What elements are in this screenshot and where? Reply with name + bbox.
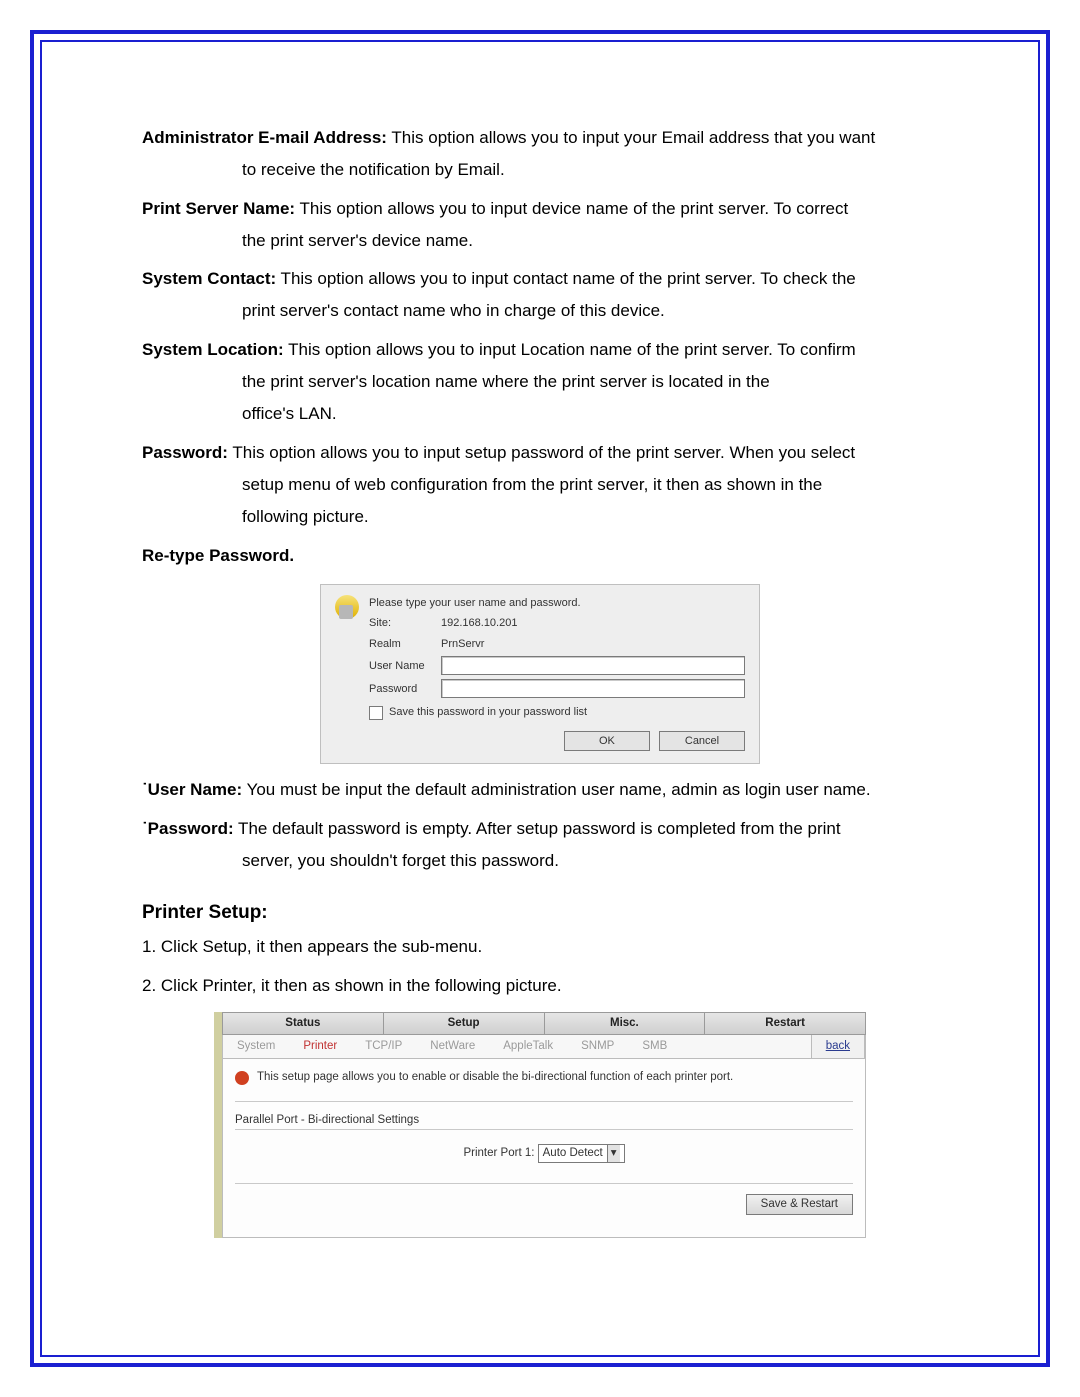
text-print-server-name-2: the print server's device name. (142, 225, 938, 257)
dialog-password-label: Password (369, 681, 441, 698)
text-password-2: setup menu of web configuration from the… (142, 469, 938, 501)
back-link[interactable]: back (811, 1035, 865, 1058)
printer-setup-screenshot: Status Setup Misc. Restart System Printe… (214, 1012, 866, 1239)
label-admin-email: Administrator E-mail Address: (142, 128, 387, 147)
save-restart-button[interactable]: Save & Restart (746, 1194, 853, 1215)
cancel-button[interactable]: Cancel (659, 731, 745, 752)
sub-tabs: System Printer TCP/IP NetWare AppleTalk … (222, 1035, 866, 1059)
auth-dialog: Please type your user name and password.… (320, 584, 760, 765)
subtab-appletalk[interactable]: AppleTalk (489, 1035, 567, 1058)
divider (235, 1101, 853, 1102)
main-tabs: Status Setup Misc. Restart (222, 1012, 866, 1035)
printer-setup-info: This setup page allows you to enable or … (257, 1069, 733, 1086)
text-system-location-3: office's LAN. (142, 398, 938, 430)
text-system-location-1: This option allows you to input Location… (284, 340, 856, 359)
para-password: Password: This option allows you to inpu… (142, 437, 938, 534)
label-retype-password: Re-type Password. (142, 540, 938, 572)
label-print-server-name: Print Server Name: (142, 199, 295, 218)
para-admin-email: Administrator E-mail Address: This optio… (142, 122, 938, 187)
label-system-contact: System Contact: (142, 269, 276, 288)
note-password: ˙Password: The default password is empty… (142, 813, 938, 878)
note-password-text-2: server, you shouldn't forget this passwo… (142, 845, 938, 877)
subtab-smb[interactable]: SMB (628, 1035, 681, 1058)
ok-button[interactable]: OK (564, 731, 650, 752)
save-password-checkbox[interactable] (369, 706, 383, 720)
text-password-1: This option allows you to input setup pa… (228, 443, 855, 462)
para-system-location: System Location: This option allows you … (142, 334, 938, 431)
dialog-prompt: Please type your user name and password. (369, 595, 745, 612)
printer-setup-body: This setup page allows you to enable or … (222, 1059, 866, 1238)
text-system-contact-1: This option allows you to input contact … (276, 269, 856, 288)
page-inner-frame: Administrator E-mail Address: This optio… (40, 40, 1040, 1357)
para-print-server-name: Print Server Name: This option allows yo… (142, 193, 938, 258)
note-password-text-1: The default password is empty. After set… (234, 819, 841, 838)
keys-icon (335, 595, 359, 619)
dialog-username-label: User Name (369, 658, 441, 675)
password-input[interactable] (441, 679, 745, 698)
heading-printer-setup: Printer Setup: (142, 895, 938, 931)
page-outer-frame: Administrator E-mail Address: This optio… (30, 30, 1050, 1367)
note-password-label: ˙Password: (142, 819, 234, 838)
save-password-label: Save this password in your password list (389, 704, 587, 721)
username-input[interactable] (441, 656, 745, 675)
note-username-label: ˙User Name: (142, 780, 242, 799)
text-admin-email-1: This option allows you to input your Ema… (387, 128, 875, 147)
document-content: Administrator E-mail Address: This optio… (142, 122, 938, 1238)
tab-misc[interactable]: Misc. (545, 1013, 706, 1034)
note-username-text: You must be input the default administra… (242, 780, 870, 799)
dialog-realm-label: Realm (369, 636, 441, 653)
printer-port-label: Printer Port 1: (463, 1147, 534, 1159)
printer-port-value: Auto Detect (543, 1147, 603, 1159)
dialog-site-value: 192.168.10.201 (441, 615, 517, 632)
tab-setup[interactable]: Setup (384, 1013, 545, 1034)
dialog-realm-value: PrnServr (441, 636, 484, 653)
chevron-down-icon: ▾ (607, 1145, 620, 1162)
label-system-location: System Location: (142, 340, 284, 359)
text-system-contact-2: print server's contact name who in charg… (142, 295, 938, 327)
section-parallel-port: Parallel Port - Bi-directional Settings (235, 1112, 853, 1129)
divider-2 (235, 1129, 853, 1130)
subtab-system[interactable]: System (223, 1035, 289, 1058)
step-2: 2. Click Printer, it then as shown in th… (142, 970, 938, 1002)
subtab-printer[interactable]: Printer (289, 1035, 351, 1058)
text-admin-email-2: to receive the notification by Email. (142, 154, 938, 186)
para-system-contact: System Contact: This option allows you t… (142, 263, 938, 328)
text-print-server-name-1: This option allows you to input device n… (295, 199, 848, 218)
subtab-netware[interactable]: NetWare (416, 1035, 489, 1058)
dialog-site-label: Site: (369, 615, 441, 632)
subtab-snmp[interactable]: SNMP (567, 1035, 628, 1058)
tab-status[interactable]: Status (223, 1013, 384, 1034)
subtab-tcpip[interactable]: TCP/IP (351, 1035, 416, 1058)
tab-restart[interactable]: Restart (705, 1013, 865, 1034)
step-1: 1. Click Setup, it then appears the sub-… (142, 931, 938, 963)
note-username: ˙User Name: You must be input the defaul… (142, 774, 938, 806)
info-icon (235, 1071, 249, 1085)
text-password-3: following picture. (142, 501, 938, 533)
printer-port-select[interactable]: Auto Detect ▾ (538, 1144, 625, 1163)
text-system-location-2: the print server's location name where t… (142, 366, 938, 398)
label-password: Password: (142, 443, 228, 462)
